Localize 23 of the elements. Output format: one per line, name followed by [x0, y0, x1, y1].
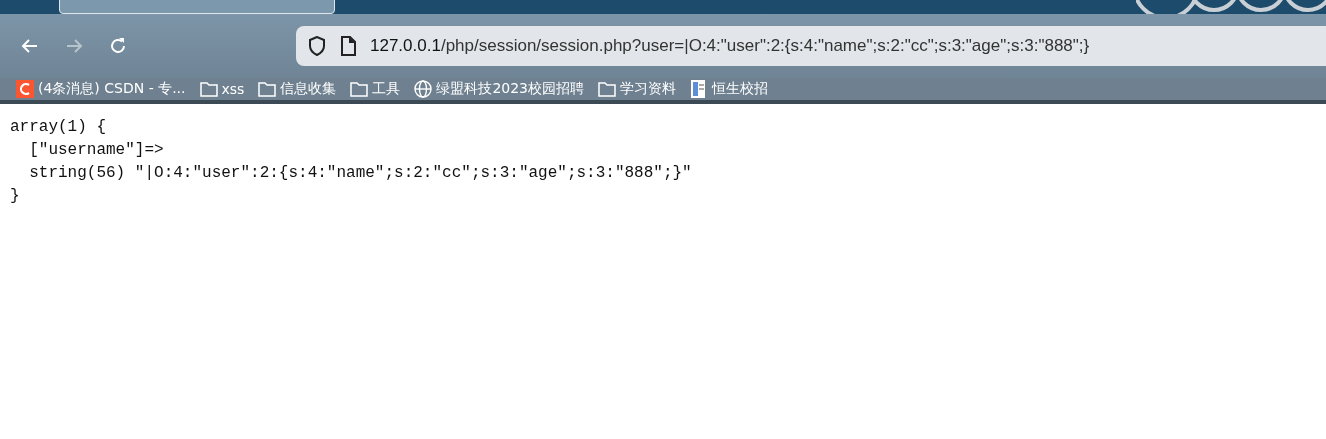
address-bar[interactable]: 127.0.0.1/php/session/session.php?user=|O:4:"user":2:{s:4:"name";s:2:"cc";s:3:"age";s:3:"888";}: [296, 26, 1326, 66]
document-icon: [690, 79, 708, 99]
bookmark[interactable]: 信息收集: [258, 80, 337, 98]
bookmark[interactable]: 学习资料: [598, 80, 676, 98]
url-text: 127.0.0.1/php/session/session.php?user=|O:4:"user":2:{s:4:"name";s:2:"cc";s:3:"age";s:3:"888";}: [370, 36, 1090, 56]
output-line: }: [10, 186, 21, 207]
output-line: string(56) "|O:4:"user":2:{s:4:"name";s:2:"cc";s:3:"age";s:3:"888";}": [28, 163, 693, 184]
folder-icon: [598, 81, 616, 97]
bookmark[interactable]: 绿盟科技2023校园招聘: [414, 80, 584, 98]
output-line: array(1) {: [10, 117, 107, 138]
bookmark[interactable]: xss: [199, 81, 245, 97]
folder-icon: [199, 81, 218, 97]
page-icon[interactable]: [340, 36, 356, 56]
folder-icon: [350, 81, 369, 97]
globe-icon: [414, 80, 433, 98]
c-logo-icon: [16, 80, 34, 98]
bookmark[interactable]: 工具: [350, 80, 401, 98]
reload-icon[interactable]: [108, 36, 128, 56]
folder-icon: [258, 81, 277, 97]
shield-icon[interactable]: [308, 36, 326, 56]
output-line: ["username"]=>: [28, 140, 165, 161]
bookmark[interactable]: 恒生校招: [690, 79, 768, 99]
bookmark[interactable]: (4条消息) CSDN - 专...: [16, 80, 186, 98]
